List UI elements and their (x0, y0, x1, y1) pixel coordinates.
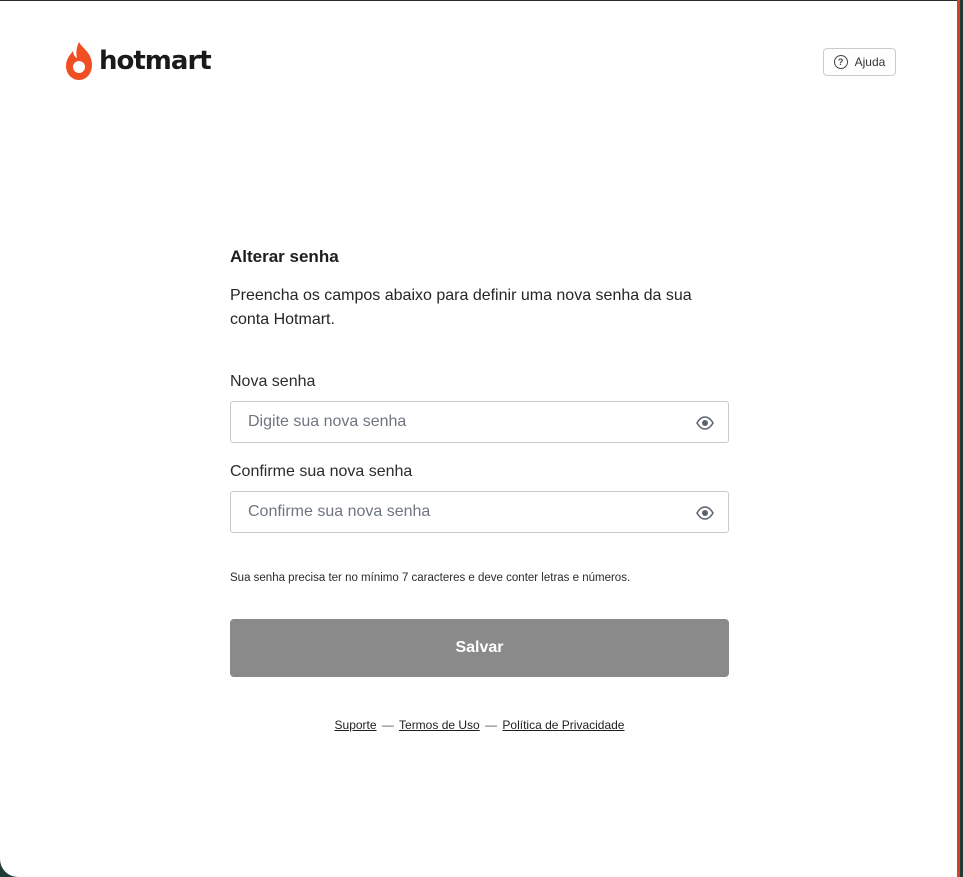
footer-links: Suporte — Termos de Uso — Política de Pr… (230, 718, 729, 732)
help-button[interactable]: ? Ajuda (823, 48, 896, 76)
app-window: hotmart ? Ajuda Alterar senha Preencha o… (0, 0, 960, 877)
privacy-policy-link[interactable]: Política de Privacidade (502, 718, 624, 732)
question-circle-icon: ? (833, 55, 848, 69)
new-password-field-wrapper (230, 401, 729, 443)
help-button-label: Ajuda (854, 55, 886, 69)
support-link[interactable]: Suporte (335, 718, 377, 732)
eye-icon[interactable] (696, 416, 714, 430)
page-title: Alterar senha (230, 247, 339, 266)
confirm-password-field-wrapper (230, 491, 729, 533)
page-description: Preencha os campos abaixo para definir u… (230, 287, 692, 328)
new-password-input[interactable] (231, 402, 671, 442)
confirm-password-input[interactable] (231, 492, 671, 532)
top-divider (0, 0, 957, 1)
password-requirements-hint: Sua senha precisa ter no mínimo 7 caract… (230, 572, 631, 584)
flame-icon (66, 42, 92, 80)
eye-icon[interactable] (696, 506, 714, 520)
confirm-password-label: Confirme sua nova senha (230, 463, 413, 480)
change-password-form: Alterar senha Preencha os campos abaixo … (230, 246, 729, 732)
save-button[interactable]: Salvar (230, 619, 729, 677)
new-password-label: Nova senha (230, 373, 316, 390)
terms-of-use-link[interactable]: Termos de Uso (399, 718, 480, 732)
hotmart-logo[interactable]: hotmart (64, 41, 212, 81)
footer-separator: — (381, 718, 394, 732)
logo-wordmark: hotmart (99, 46, 212, 76)
footer-separator: — (485, 718, 498, 732)
